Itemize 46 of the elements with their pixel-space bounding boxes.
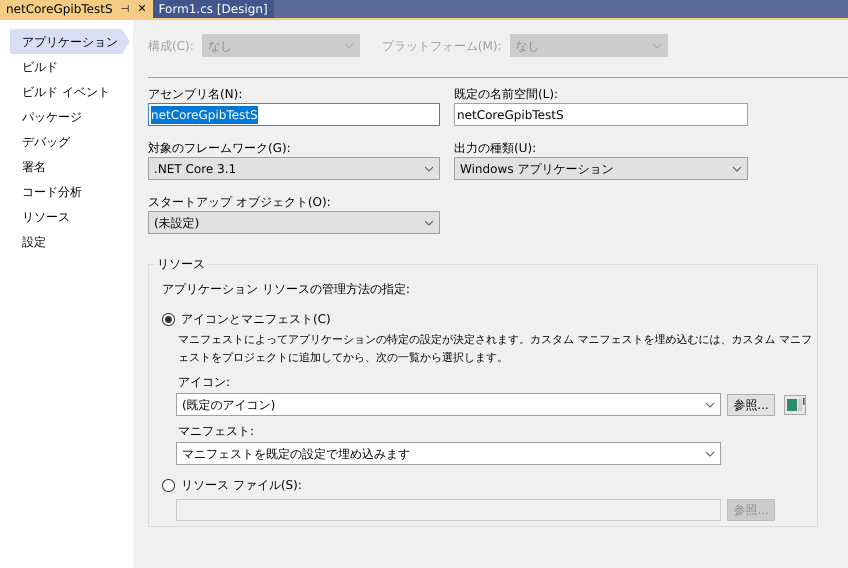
group-title: リソース (155, 256, 207, 272)
field-label: 既定の名前空間(L): (454, 86, 560, 103)
close-icon[interactable]: ✕ (137, 0, 147, 18)
description-text: マニフェストによってアプリケーションの特定の設定が決定されます。カスタム マニフェストを埋め込むには、カスタム マニフ (178, 332, 812, 348)
field-label: アセンブリ名(N): (148, 86, 244, 103)
document-tab[interactable]: Form1.cs [Design] (152, 0, 274, 18)
dropdown[interactable]: (既定のアイコン) (176, 393, 721, 416)
instruction-text: アプリケーション リソースの管理方法の指定: (162, 281, 411, 298)
chevron-down-icon (424, 166, 434, 172)
radio-label[interactable]: リソース ファイル(S): (181, 476, 302, 494)
browse-button[interactable]: 参照... (727, 394, 775, 416)
text-field[interactable]: netCoreGpibTestS (148, 103, 440, 126)
text-field[interactable]: netCoreGpibTestS (454, 103, 748, 126)
radio-button[interactable] (162, 478, 175, 492)
field-label: スタートアップ オブジェクト(O): (148, 194, 332, 211)
document-tab[interactable]: netCoreGpibTestS ⊣ ✕ (0, 0, 153, 18)
field-label: マニフェスト: (177, 423, 256, 440)
description-text: ェストをプロジェクトに追加してから、次の一覧から選択します。 (178, 350, 508, 366)
sidebar-item[interactable]: リソース (10, 204, 130, 229)
sidebar-item[interactable]: アプリケーション (10, 29, 130, 54)
sidebar-item[interactable]: 設定 (10, 229, 130, 254)
radio-label[interactable]: アイコンとマニフェスト(C) (181, 310, 331, 328)
radio-button[interactable] (162, 312, 175, 326)
field-label: 出力の種類(U): (454, 140, 538, 157)
sidebar-item[interactable]: 署名 (10, 154, 130, 179)
field-label: 構成(C): (148, 38, 194, 54)
chevron-down-icon (424, 220, 434, 226)
sidebar-item[interactable]: ビルド (10, 54, 130, 79)
pin-icon[interactable]: ⊣ (120, 2, 130, 16)
sidebar-item[interactable]: コード分析 (10, 179, 130, 204)
dropdown[interactable]: マニフェストを既定の設定で埋め込みます (176, 442, 721, 465)
sidebar-item[interactable]: ビルド イベント (10, 79, 130, 104)
image-icon (784, 394, 806, 414)
chevron-down-icon (652, 42, 662, 48)
dropdown[interactable]: (未設定) (148, 211, 440, 234)
chevron-down-icon (705, 402, 715, 408)
field-label: 対象のフレームワーク(G): (148, 140, 292, 157)
field-label: プラットフォーム(M): (382, 38, 502, 54)
sidebar-item[interactable]: デバッグ (10, 129, 130, 154)
chevron-down-icon (344, 42, 354, 48)
dropdown[interactable]: .NET Core 3.1 (148, 157, 440, 180)
dropdown[interactable]: Windows アプリケーション (454, 157, 748, 180)
chevron-down-icon (732, 166, 742, 172)
field-label: アイコン: (177, 374, 232, 391)
sidebar-item[interactable]: パッケージ (10, 104, 130, 129)
chevron-down-icon (705, 450, 715, 456)
